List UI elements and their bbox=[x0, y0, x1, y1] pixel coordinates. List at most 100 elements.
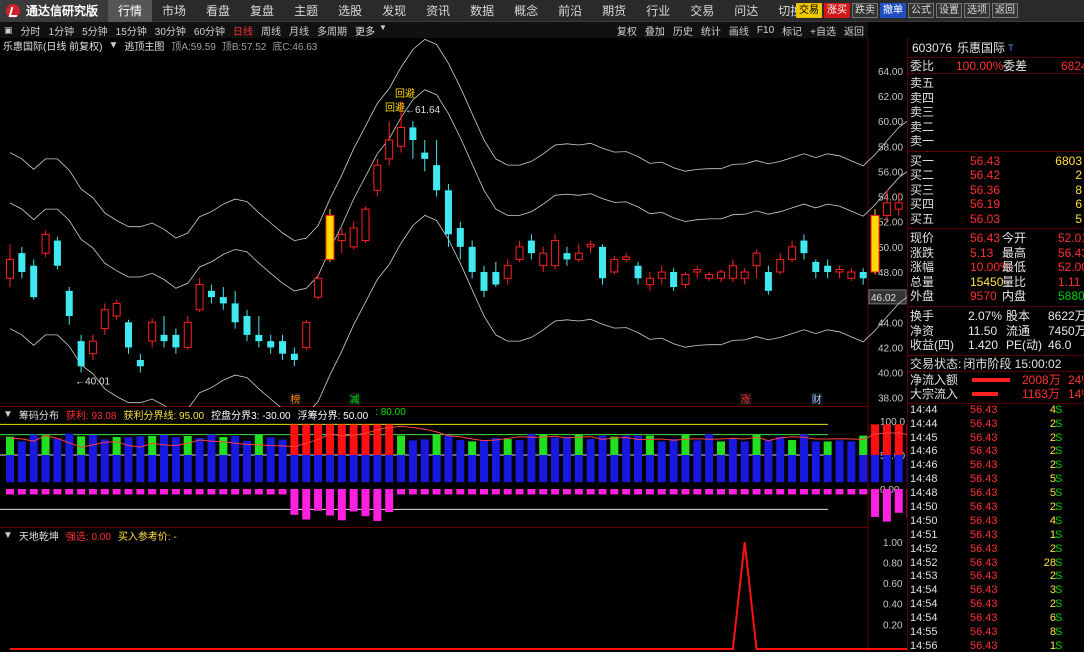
candle[interactable] bbox=[433, 140, 441, 197]
candle[interactable] bbox=[835, 265, 844, 279]
period-3[interactable]: 15分钟 bbox=[112, 23, 151, 38]
candle[interactable] bbox=[847, 268, 856, 281]
candle[interactable] bbox=[563, 246, 571, 266]
candle[interactable] bbox=[728, 259, 737, 283]
chip-bars-chart[interactable]: 100.050.000.00 bbox=[0, 407, 907, 528]
top-button-7[interactable]: 返回 bbox=[992, 3, 1018, 18]
menu-item-9[interactable]: 概念 bbox=[504, 0, 548, 22]
candle[interactable] bbox=[160, 316, 168, 348]
candle[interactable] bbox=[385, 121, 394, 166]
menu-item-11[interactable]: 期货 bbox=[592, 0, 636, 22]
top-button-6[interactable]: 选项 bbox=[964, 3, 990, 18]
buy-level-2[interactable]: 买三 56.36 8 bbox=[910, 183, 1084, 198]
menu-item-7[interactable]: 资讯 bbox=[416, 0, 460, 22]
chart-menu-icon[interactable]: ▣ bbox=[0, 25, 17, 36]
candle[interactable] bbox=[231, 290, 239, 329]
candle[interactable] bbox=[421, 140, 429, 172]
top-button-5[interactable]: 设置 bbox=[936, 3, 962, 18]
candle[interactable] bbox=[788, 240, 797, 262]
candle[interactable] bbox=[314, 274, 323, 300]
candle[interactable] bbox=[53, 236, 61, 270]
candle[interactable] bbox=[325, 209, 335, 262]
candle[interactable] bbox=[586, 240, 595, 254]
menu-item-3[interactable]: 复盘 bbox=[240, 0, 284, 22]
menu-item-0[interactable]: 行情 bbox=[108, 0, 153, 22]
candle[interactable] bbox=[870, 209, 880, 275]
chart-tool-8[interactable]: 返回 bbox=[840, 23, 868, 38]
candle[interactable] bbox=[267, 334, 275, 354]
candle[interactable] bbox=[302, 319, 311, 350]
candle[interactable] bbox=[456, 221, 464, 260]
candle[interactable] bbox=[243, 309, 251, 342]
period-10[interactable]: 更多 bbox=[351, 23, 379, 38]
chart-tool-6[interactable]: 标记 bbox=[778, 23, 806, 38]
candle[interactable] bbox=[480, 265, 488, 298]
candle[interactable] bbox=[800, 234, 808, 260]
candle[interactable] bbox=[681, 272, 690, 289]
period-9[interactable]: 多周期 bbox=[313, 23, 351, 38]
candle[interactable] bbox=[88, 334, 97, 360]
candle[interactable] bbox=[515, 240, 524, 262]
sell-level-0[interactable]: 卖五 bbox=[910, 76, 1084, 91]
period-1[interactable]: 1分钟 bbox=[45, 23, 79, 38]
tiandi-pane[interactable]: ▼ 天地乾坤 强选: 0.00 买入参考价: - 1.00 0.80 0.60 0.40… bbox=[0, 528, 907, 652]
menu-item-10[interactable]: 前沿 bbox=[548, 0, 592, 22]
top-button-3[interactable]: 撤单 bbox=[880, 3, 906, 18]
candle[interactable] bbox=[41, 230, 50, 257]
candle[interactable] bbox=[622, 253, 631, 262]
info-icon[interactable]: T bbox=[1008, 43, 1014, 53]
candle[interactable] bbox=[657, 265, 666, 285]
stock-name[interactable]: 乐惠国际 bbox=[957, 39, 1005, 56]
candle[interactable] bbox=[361, 206, 370, 244]
candle[interactable] bbox=[65, 287, 73, 325]
candlestick-chart[interactable]: 64.0062.0060.0058.0056.0054.0052.0050.00… bbox=[0, 38, 907, 407]
candle[interactable] bbox=[539, 246, 548, 272]
menu-item-4[interactable]: 主题 bbox=[284, 0, 328, 22]
period-5[interactable]: 60分钟 bbox=[190, 23, 229, 38]
buy-level-0[interactable]: 买一 56.43 6803 bbox=[910, 154, 1084, 169]
menu-item-5[interactable]: 选股 bbox=[328, 0, 372, 22]
candle[interactable] bbox=[136, 353, 144, 373]
candle[interactable] bbox=[409, 121, 417, 159]
candle[interactable] bbox=[599, 244, 606, 285]
candle[interactable] bbox=[337, 228, 346, 254]
candle[interactable] bbox=[503, 259, 512, 285]
candle[interactable] bbox=[859, 268, 867, 285]
more-chevron-icon[interactable]: ▼ bbox=[379, 23, 387, 38]
candle[interactable] bbox=[349, 221, 358, 250]
candle[interactable] bbox=[30, 259, 38, 300]
candle[interactable] bbox=[373, 158, 382, 197]
candle[interactable] bbox=[255, 316, 263, 348]
candle[interactable] bbox=[219, 287, 227, 310]
period-4[interactable]: 30分钟 bbox=[151, 23, 190, 38]
menu-item-1[interactable]: 市场 bbox=[152, 0, 196, 22]
sell-level-3[interactable]: 卖二 bbox=[910, 120, 1084, 135]
candle[interactable] bbox=[551, 234, 560, 270]
event-tag-0[interactable]: 榜 bbox=[290, 393, 300, 406]
candle[interactable] bbox=[776, 253, 785, 275]
top-button-1[interactable]: 涨买 bbox=[824, 3, 850, 18]
candle[interactable] bbox=[125, 319, 132, 354]
chart-tool-5[interactable]: F10 bbox=[753, 25, 778, 36]
tick-list[interactable]: 14:44 56.43 4 S 14:44 56.43 2 S 14:45 56.43 2 S 14:4… bbox=[908, 404, 1084, 652]
period-6[interactable]: 日线 bbox=[229, 23, 257, 38]
candle[interactable] bbox=[717, 269, 725, 283]
candle[interactable] bbox=[195, 278, 204, 313]
candle[interactable] bbox=[610, 255, 619, 275]
buy-level-3[interactable]: 买四 56.19 6 bbox=[910, 197, 1084, 212]
candle[interactable] bbox=[764, 265, 772, 295]
chart-tool-7[interactable]: +自选 bbox=[806, 23, 840, 38]
candle[interactable] bbox=[112, 299, 121, 320]
candle[interactable] bbox=[752, 249, 761, 279]
menu-item-12[interactable]: 行业 bbox=[636, 0, 680, 22]
candle[interactable] bbox=[207, 284, 215, 304]
candle[interactable] bbox=[824, 259, 832, 279]
chart-tool-0[interactable]: 复权 bbox=[613, 23, 641, 38]
chart-tool-2[interactable]: 历史 bbox=[669, 23, 697, 38]
buy-level-4[interactable]: 买五 56.03 5 bbox=[910, 212, 1084, 227]
candle[interactable] bbox=[740, 268, 749, 285]
period-7[interactable]: 周线 bbox=[257, 23, 285, 38]
menu-item-8[interactable]: 数据 bbox=[460, 0, 504, 22]
candle[interactable] bbox=[693, 265, 702, 279]
top-button-0[interactable]: 交易 bbox=[796, 3, 822, 18]
